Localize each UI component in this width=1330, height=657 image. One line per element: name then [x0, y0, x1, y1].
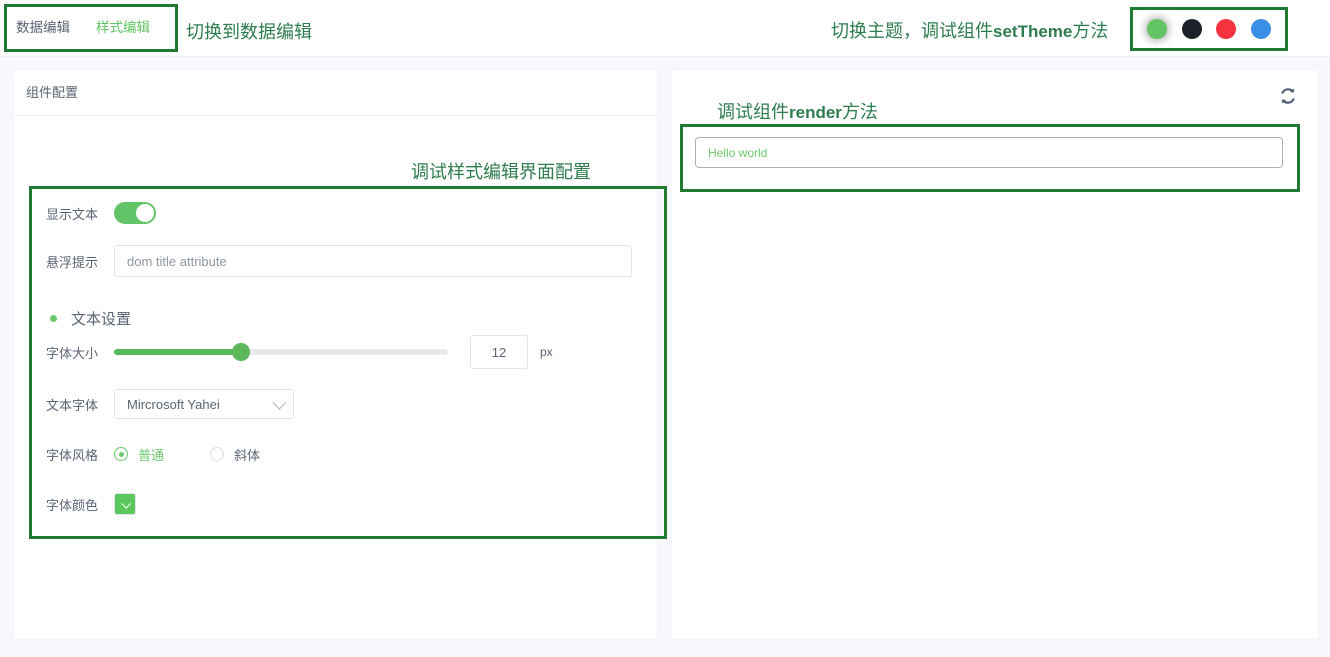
annotation-set-theme: 切换主题，调试组件setTheme方法 [831, 17, 1108, 43]
form-row-show-text: 显示文本 [14, 196, 156, 230]
annotation-set-theme-method: setTheme [993, 22, 1073, 41]
annotation-set-theme-post: 方法 [1072, 21, 1109, 41]
font-size-label: 字体大小 [45, 345, 98, 361]
show-text-label: 显示文本 [45, 206, 98, 222]
theme-annotation-box [1130, 7, 1288, 51]
radio-font-style-normal[interactable]: 普通 [114, 445, 164, 464]
form-row-font-style: 字体风格 普通 斜体 [14, 437, 260, 471]
form-row-font-color: 字体颜色 [14, 487, 136, 521]
panel-title: 组件配置 [26, 85, 79, 100]
annotation-render-post: 方法 [841, 102, 878, 122]
font-style-label: 字体风格 [45, 447, 98, 463]
tooltip-label: 悬浮提示 [45, 254, 98, 270]
font-face-value: Mircrosoft Yahei [127, 396, 220, 412]
radio-dot-icon [210, 447, 225, 461]
section-title: 文本设置 [71, 311, 132, 328]
tooltip-input[interactable] [114, 245, 632, 277]
top-bar: 数据编辑 样式编辑 切换到数据编辑 切换主题，调试组件setTheme方法 [0, 0, 1330, 57]
chevron-down-icon [272, 395, 287, 410]
annotation-style-config: 调试样式编辑界面配置 [411, 162, 591, 182]
font-color-label: 字体颜色 [45, 497, 98, 513]
form-row-font-face: 文本字体 Mircrosoft Yahei [14, 387, 294, 421]
form-row-tooltip: 悬浮提示 [14, 244, 632, 278]
panel-divider [14, 115, 657, 116]
bullet-icon [50, 315, 57, 322]
tab-data-edit[interactable]: 数据编辑 [16, 18, 70, 38]
chevron-down-icon [120, 498, 131, 509]
slider-handle[interactable] [231, 343, 250, 361]
render-output-text: Hello world [708, 145, 768, 160]
annotation-render-method-name: render [789, 103, 842, 122]
font-color-picker[interactable] [114, 493, 136, 515]
render-output-box[interactable]: Hello world [695, 137, 1283, 168]
show-text-toggle[interactable] [114, 202, 156, 224]
annotation-set-theme-pre: 切换主题，调试组件 [831, 21, 993, 41]
toggle-knob [136, 204, 154, 222]
section-header-text-settings: 文本设置 [50, 308, 131, 329]
radio-label-normal: 普通 [138, 447, 165, 463]
radio-font-style-italic[interactable]: 斜体 [210, 445, 260, 464]
annotation-render-pre: 调试组件 [717, 102, 789, 122]
font-size-input[interactable] [470, 335, 528, 369]
component-config-panel: 组件配置 调试样式编辑界面配置 显示文本 悬浮提示 文本设置 字体大小 px 文… [14, 70, 667, 639]
font-size-slider[interactable] [114, 343, 448, 361]
refresh-icon[interactable] [1278, 86, 1298, 106]
font-face-label: 文本字体 [45, 397, 98, 413]
radio-label-italic: 斜体 [234, 447, 261, 463]
tab-style-edit[interactable]: 样式编辑 [96, 18, 150, 38]
slider-fill [114, 349, 241, 355]
form-row-font-size: 字体大小 px [14, 335, 553, 369]
radio-dot-icon [114, 447, 128, 461]
font-face-select[interactable]: Mircrosoft Yahei [114, 389, 294, 419]
annotation-render-method: 调试组件render方法 [717, 98, 878, 124]
font-style-radio-group: 普通 斜体 [114, 445, 260, 464]
annotation-switch-to-data: 切换到数据编辑 [186, 22, 312, 42]
edit-mode-tabs: 数据编辑 样式编辑 [16, 18, 150, 38]
font-size-unit: px [540, 345, 553, 359]
